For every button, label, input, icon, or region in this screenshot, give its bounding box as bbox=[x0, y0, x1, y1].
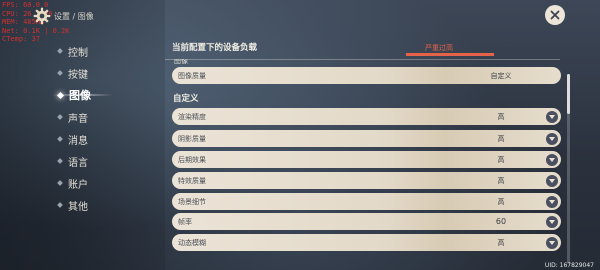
setting-value: 高 bbox=[497, 134, 505, 143]
sidebar-item-keys[interactable]: 按键 bbox=[57, 62, 91, 84]
sidebar-item-language[interactable]: 语言 bbox=[57, 150, 91, 172]
diamond-icon bbox=[57, 136, 63, 142]
dropdown-button[interactable] bbox=[546, 174, 558, 187]
setting-label: 场景细节 bbox=[178, 197, 206, 206]
setting-row[interactable]: 动态模糊 高 bbox=[172, 234, 561, 251]
setting-row[interactable]: 后期效果 高 bbox=[172, 151, 561, 168]
setting-value: 高 bbox=[497, 155, 505, 164]
setting-row-image-quality[interactable]: 图像质量 自定义 bbox=[172, 67, 561, 84]
setting-row-frame-rate[interactable]: 帧率 60 bbox=[172, 213, 561, 230]
dropdown-button[interactable] bbox=[546, 195, 558, 208]
dropdown-button[interactable] bbox=[546, 110, 558, 123]
diamond-icon bbox=[57, 114, 63, 120]
setting-row[interactable]: 场景细节 高 bbox=[172, 193, 561, 210]
chevron-down-icon bbox=[549, 178, 555, 183]
setting-label: 图像质量 bbox=[178, 71, 206, 80]
chevron-down-icon bbox=[549, 136, 555, 141]
sidebar-item-label: 语言 bbox=[68, 157, 88, 169]
diamond-icon bbox=[57, 48, 63, 54]
device-load-fill bbox=[406, 53, 494, 56]
close-button[interactable] bbox=[545, 5, 565, 25]
setting-value: 高 bbox=[497, 197, 505, 206]
sidebar-item-account[interactable]: 账户 bbox=[57, 172, 91, 194]
chevron-down-icon bbox=[549, 199, 555, 204]
setting-label: 阴影质量 bbox=[178, 134, 206, 143]
sidebar-item-label: 控制 bbox=[68, 47, 88, 59]
dropdown-button[interactable] bbox=[546, 153, 558, 166]
sidebar-item-label: 按键 bbox=[68, 69, 88, 81]
scrollbar[interactable] bbox=[567, 74, 570, 264]
diamond-icon bbox=[57, 158, 63, 164]
device-load-bar bbox=[406, 53, 494, 56]
device-load-title: 当前配置下的设备负载 bbox=[172, 43, 258, 53]
sidebar-item-label: 图像 bbox=[69, 89, 91, 102]
sidebar-item-graphics[interactable]: 图像 bbox=[52, 84, 112, 106]
chevron-down-icon bbox=[549, 157, 555, 162]
sidebar-item-audio[interactable]: 声音 bbox=[57, 106, 91, 128]
debug-line: Net: 0.1K | 0.2K bbox=[2, 26, 70, 35]
setting-label: 帧率 bbox=[178, 217, 192, 226]
diamond-icon bbox=[57, 202, 63, 208]
section-title-image: 图像 bbox=[174, 59, 188, 65]
section-title-custom: 自定义 bbox=[173, 94, 199, 104]
setting-row[interactable]: 特效质量 高 bbox=[172, 172, 561, 189]
setting-value: 高 bbox=[497, 238, 505, 247]
setting-value: 自定义 bbox=[490, 71, 512, 80]
sidebar-item-controls[interactable]: 控制 bbox=[57, 40, 91, 62]
breadcrumb: 设置 / 图像 bbox=[54, 12, 94, 21]
sidebar-item-label: 账户 bbox=[68, 179, 88, 191]
sidebar-item-messages[interactable]: 消息 bbox=[57, 128, 91, 150]
gear-icon bbox=[33, 7, 51, 25]
dropdown-button[interactable] bbox=[546, 215, 558, 228]
setting-label: 渲染精度 bbox=[178, 112, 206, 121]
setting-value: 高 bbox=[497, 112, 505, 121]
diamond-icon bbox=[57, 70, 63, 76]
sidebar-item-label: 其他 bbox=[68, 201, 88, 213]
setting-row[interactable]: 渲染精度 高 bbox=[172, 108, 561, 125]
chevron-down-icon bbox=[549, 114, 555, 119]
setting-label: 后期效果 bbox=[178, 155, 206, 164]
setting-value: 高 bbox=[497, 176, 505, 185]
device-load-status: 严重过高 bbox=[425, 44, 453, 52]
dropdown-button[interactable] bbox=[546, 236, 558, 249]
chevron-down-icon bbox=[549, 240, 555, 245]
diamond-icon bbox=[57, 180, 63, 186]
sidebar-item-label: 消息 bbox=[68, 135, 88, 147]
sidebar-nav: 控制 按键 图像 声音 消息 语言 账户 其他 bbox=[52, 40, 112, 216]
dropdown-button[interactable] bbox=[546, 132, 558, 145]
setting-label: 动态模糊 bbox=[178, 238, 206, 247]
setting-row[interactable]: 阴影质量 高 bbox=[172, 130, 561, 147]
setting-value: 60 bbox=[495, 217, 507, 226]
sidebar-item-other[interactable]: 其他 bbox=[57, 194, 91, 216]
sidebar-item-label: 声音 bbox=[68, 113, 88, 125]
diamond-icon bbox=[56, 91, 65, 99]
setting-label: 特效质量 bbox=[178, 176, 206, 185]
close-icon bbox=[550, 10, 560, 20]
divider bbox=[165, 59, 560, 60]
scrollbar-thumb[interactable] bbox=[567, 74, 570, 114]
chevron-down-icon bbox=[549, 219, 555, 224]
uid-label: UID: 167829047 bbox=[544, 262, 594, 269]
